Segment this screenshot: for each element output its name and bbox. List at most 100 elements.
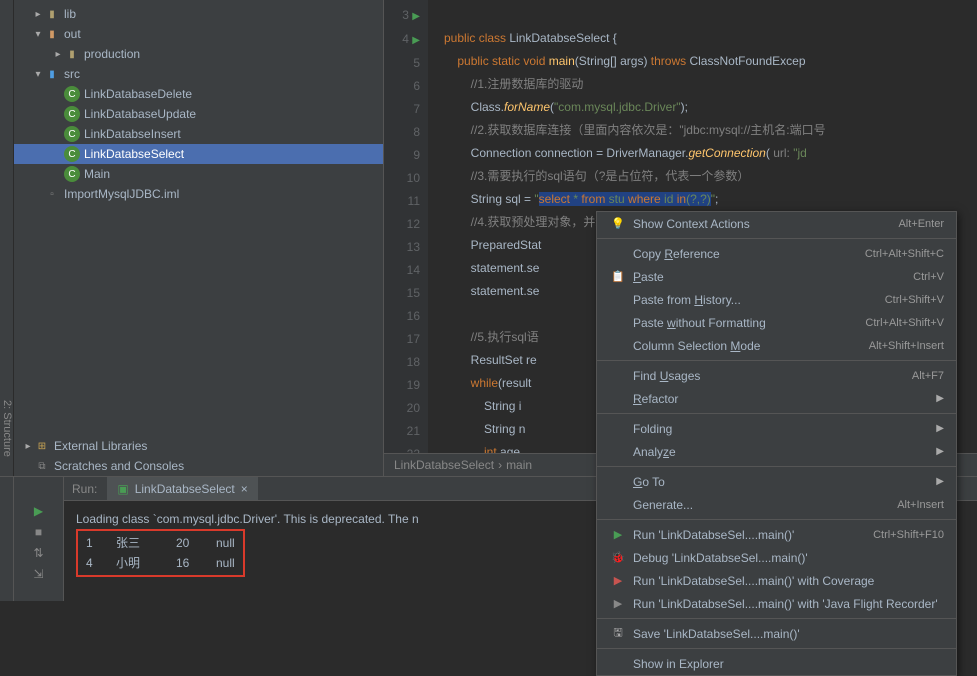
breadcrumb-item[interactable]: LinkDatabseSelect: [394, 458, 494, 472]
menu-item-run-linkdatabsesel-main-[interactable]: ▶ Run 'LinkDatabseSel....main()' with Cov…: [597, 569, 956, 592]
close-icon[interactable]: ×: [241, 482, 248, 496]
run-label: Run:: [64, 482, 97, 496]
menu-item-refactor[interactable]: Refactor▶: [597, 387, 956, 410]
chevron-icon[interactable]: [32, 9, 44, 20]
folder-icon: ▮: [64, 46, 80, 62]
tree-item-out[interactable]: ▮out: [14, 24, 383, 44]
menu-shortcut: Alt+F7: [912, 370, 944, 382]
gutter-line[interactable]: 9: [388, 144, 420, 167]
menu-item-paste-without-formatting[interactable]: Paste without FormattingCtrl+Alt+Shift+V: [597, 311, 956, 334]
external-libraries[interactable]: ⊞ External Libraries: [14, 436, 383, 456]
chevron-icon[interactable]: [22, 441, 34, 452]
tree-item-lib[interactable]: ▮lib: [14, 4, 383, 24]
menu-label: Run 'LinkDatabseSel....main()': [633, 528, 873, 542]
gutter-line[interactable]: 17: [388, 328, 420, 351]
menu-item-run-linkdatabsesel-main-[interactable]: ▶Run 'LinkDatabseSel....main()' with 'Ja…: [597, 592, 956, 615]
menu-item-copy-reference[interactable]: Copy ReferenceCtrl+Alt+Shift+C: [597, 242, 956, 265]
gutter-line[interactable]: 7: [388, 98, 420, 121]
gutter-line[interactable]: 3 ▶: [388, 4, 420, 28]
tree-item-linkdatabasedelete[interactable]: CLinkDatabaseDelete: [14, 84, 383, 104]
breadcrumb-item[interactable]: main: [506, 458, 532, 472]
tree-item-main[interactable]: CMain: [14, 164, 383, 184]
menu-icon: ▶: [609, 574, 627, 587]
menu-label: Find Usages: [633, 369, 912, 383]
menu-item-show-in-explorer[interactable]: Show in Explorer: [597, 652, 956, 675]
menu-item-column-selection-mode[interactable]: Column Selection ModeAlt+Shift+Insert: [597, 334, 956, 357]
menu-shortcut: Ctrl+Alt+Shift+V: [865, 317, 944, 329]
gutter-line[interactable]: 10: [388, 167, 420, 190]
menu-separator: [597, 648, 956, 649]
editor-context-menu: 💡Show Context ActionsAlt+EnterCopy Refer…: [596, 211, 957, 676]
tree-label: Scratches and Consoles: [54, 459, 184, 473]
gutter-line[interactable]: 20: [388, 397, 420, 420]
menu-shortcut: Alt+Shift+Insert: [869, 340, 944, 352]
menu-separator: [597, 519, 956, 520]
chevron-icon: ›: [498, 458, 502, 472]
gutter-line[interactable]: 6: [388, 75, 420, 98]
tree-label: LinkDatabseInsert: [84, 127, 181, 141]
menu-label: Show Context Actions: [633, 217, 898, 231]
gutter-line[interactable]: 8: [388, 121, 420, 144]
tree-item-importmysqljdbc.iml[interactable]: ▫ ImportMysqlJDBC.iml: [14, 184, 383, 204]
file-icon: ▫: [44, 186, 60, 202]
tree-label: production: [84, 47, 140, 61]
gutter-line[interactable]: 15: [388, 282, 420, 305]
run-config-tab[interactable]: ▣ LinkDatabseSelect ×: [107, 477, 257, 500]
menu-label: Analyze: [633, 445, 936, 459]
layout-icon[interactable]: ⇅: [30, 546, 48, 564]
gutter-line[interactable]: 4 ▶: [388, 28, 420, 52]
gutter-line[interactable]: 11: [388, 190, 420, 213]
class-icon: C: [64, 166, 80, 182]
structure-tool-tab[interactable]: 2: Structure: [0, 0, 14, 476]
tree-item-linkdatabaseupdate[interactable]: CLinkDatabaseUpdate: [14, 104, 383, 124]
menu-shortcut: Ctrl+Shift+V: [885, 294, 944, 306]
menu-item-analyze[interactable]: Analyze▶: [597, 440, 956, 463]
run-side-tabs[interactable]: [0, 477, 14, 601]
stop-icon[interactable]: ■: [30, 525, 48, 543]
menu-item-run-linkdatabsesel-main-[interactable]: ▶Run 'LinkDatabseSel....main()'Ctrl+Shif…: [597, 523, 956, 546]
menu-item-find-usages[interactable]: Find UsagesAlt+F7: [597, 364, 956, 387]
menu-icon: 📋: [609, 270, 627, 283]
gutter-line[interactable]: 18: [388, 351, 420, 374]
menu-item-show-context-actions[interactable]: 💡Show Context ActionsAlt+Enter: [597, 212, 956, 235]
folder-open-icon: ▮: [44, 26, 60, 42]
class-icon: C: [64, 146, 80, 162]
gutter-line[interactable]: 13: [388, 236, 420, 259]
gutter-line[interactable]: 14: [388, 259, 420, 282]
keyword: public class: [444, 31, 506, 45]
gutter-line[interactable]: 19: [388, 374, 420, 397]
chevron-icon[interactable]: [52, 49, 64, 60]
menu-label: Run 'LinkDatabseSel....main()' with 'Jav…: [633, 597, 944, 611]
gutter-line[interactable]: 5: [388, 52, 420, 75]
tree-item-linkdatabseselect[interactable]: CLinkDatabseSelect: [14, 144, 383, 164]
tree-label: ImportMysqlJDBC.iml: [64, 187, 179, 201]
submenu-arrow-icon: ▶: [936, 476, 944, 487]
menu-item-generate-[interactable]: Generate...Alt+Insert: [597, 493, 956, 516]
menu-item-paste-from-history-[interactable]: Paste from History...Ctrl+Shift+V: [597, 288, 956, 311]
menu-item-go-to[interactable]: Go To▶: [597, 470, 956, 493]
gutter-line[interactable]: 21: [388, 420, 420, 443]
filter-icon[interactable]: ⇲: [30, 567, 48, 585]
chevron-icon[interactable]: [32, 69, 44, 80]
menu-item-save-linkdatabsesel-main[interactable]: 🖫Save 'LinkDatabseSel....main()': [597, 622, 956, 645]
chevron-icon[interactable]: [32, 29, 44, 40]
scratches-consoles[interactable]: ⧉ Scratches and Consoles: [14, 456, 383, 476]
menu-label: Save 'LinkDatabseSel....main()': [633, 627, 944, 641]
menu-icon: ▶: [609, 528, 627, 541]
gutter-line[interactable]: 12: [388, 213, 420, 236]
gutter-line[interactable]: 22: [388, 443, 420, 453]
menu-label: Copy Reference: [633, 247, 865, 261]
tree-item-production[interactable]: ▮ production: [14, 44, 383, 64]
keyword: public static void: [457, 54, 545, 68]
run-icon[interactable]: ▶: [30, 504, 48, 522]
tree-label: External Libraries: [54, 439, 147, 453]
menu-item-debug-linkdatabsesel-mai[interactable]: 🐞Debug 'LinkDatabseSel....main()': [597, 546, 956, 569]
menu-icon: 💡: [609, 217, 627, 230]
menu-item-folding[interactable]: Folding▶: [597, 417, 956, 440]
gutter-line[interactable]: 16: [388, 305, 420, 328]
menu-item-paste[interactable]: 📋PasteCtrl+V: [597, 265, 956, 288]
tree-label: LinkDatabaseUpdate: [84, 107, 196, 121]
menu-label: Run 'LinkDatabseSel....main()' with Cove…: [633, 574, 944, 588]
tree-item-linkdatabseinsert[interactable]: CLinkDatabseInsert: [14, 124, 383, 144]
tree-item-src[interactable]: ▮src: [14, 64, 383, 84]
